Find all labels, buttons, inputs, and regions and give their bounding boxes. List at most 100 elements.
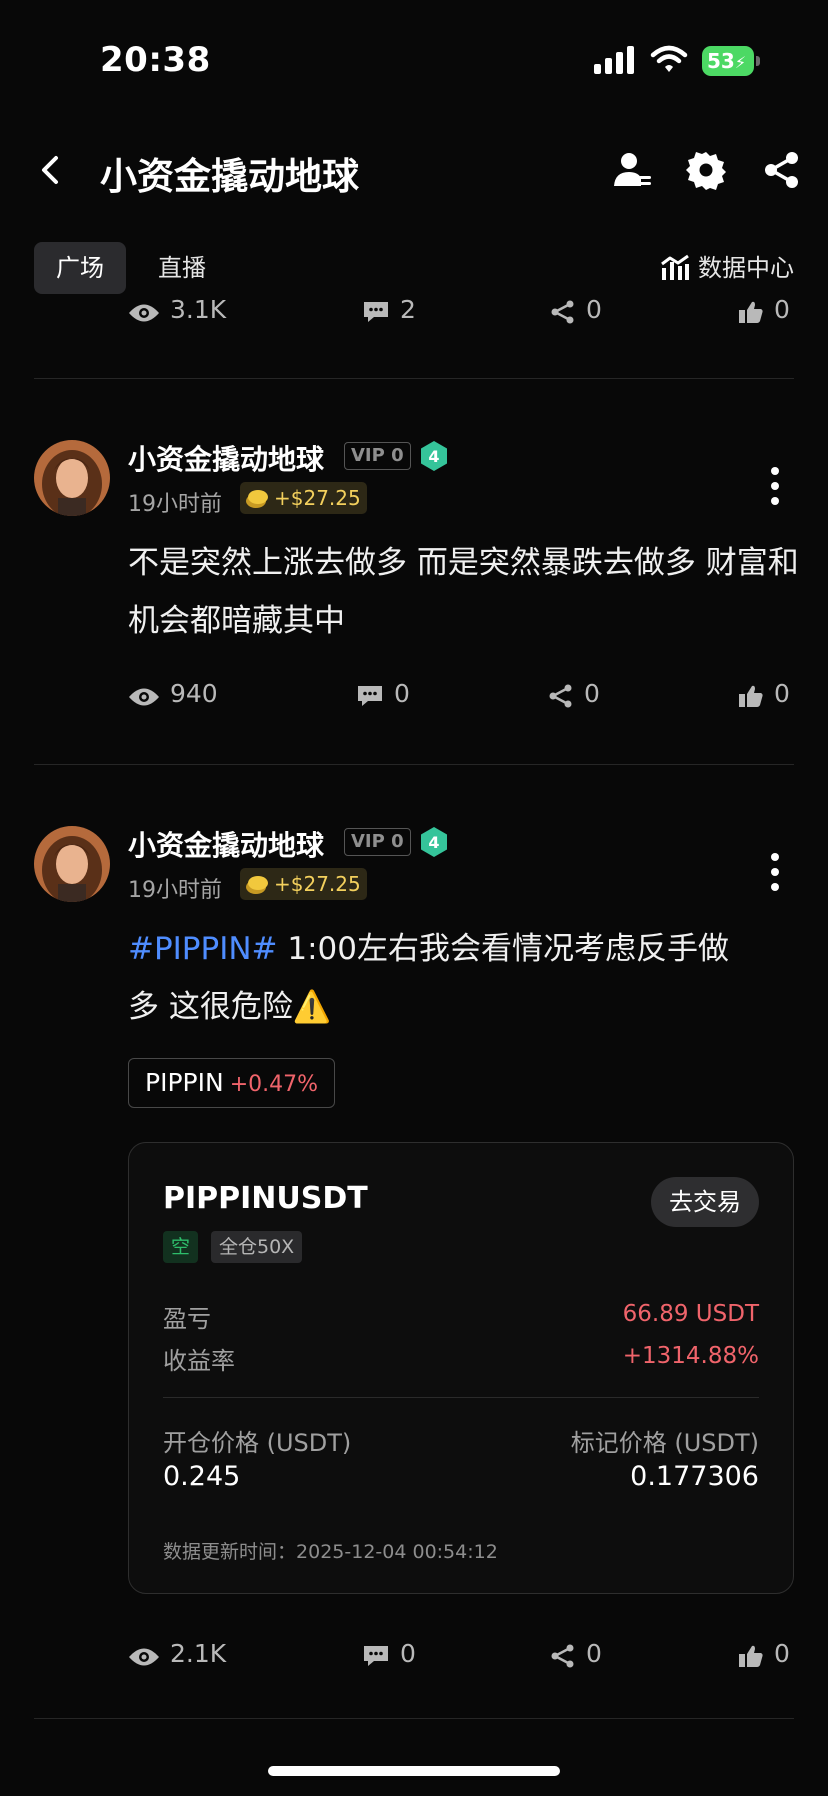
- post-text: 不是突然上涨去做多 而是突然暴跌去做多 财富和机会都暗藏其中: [128, 545, 799, 639]
- shares-count: 0: [586, 295, 602, 324]
- coin-icon: [246, 490, 268, 508]
- coin-chip[interactable]: PIPPIN +0.47%: [128, 1058, 336, 1108]
- back-icon[interactable]: [34, 152, 68, 188]
- mark-price-label: 标记价格 (USDT): [570, 1429, 759, 1457]
- level-badge-icon: 4: [421, 827, 447, 857]
- side-tag: 空: [163, 1231, 199, 1263]
- views-count: 940: [170, 679, 218, 708]
- update-time: 数据更新时间：2025-12-04 00:54:12: [163, 1537, 498, 1564]
- shares-stat[interactable]: 0: [550, 292, 602, 328]
- shares-count: 0: [584, 679, 600, 708]
- data-center-link[interactable]: 数据中心: [660, 242, 794, 294]
- views-stat: 3.1K: [128, 292, 226, 328]
- chart-icon: [661, 254, 689, 280]
- trade-card[interactable]: PIPPINUSDT 去交易 空 全仓50X 盈亏 66.89 USDT 收益率…: [128, 1142, 794, 1594]
- views-count: 2.1K: [170, 1639, 227, 1668]
- status-time: 20:38: [100, 40, 211, 80]
- user-icon[interactable]: [612, 150, 652, 190]
- feed-post[interactable]: 小资金撬动地球 VIP 0 4 19小时前 +$27.25 #PIPPIN# 1…: [0, 826, 828, 1726]
- pnl-label: 盈亏: [163, 1305, 211, 1333]
- tab-square[interactable]: 广场: [34, 242, 126, 294]
- home-indicator[interactable]: [268, 1766, 560, 1776]
- divider: [34, 1718, 794, 1719]
- share-icon: [551, 1644, 574, 1668]
- coin-change: +0.47%: [229, 1072, 319, 1097]
- post-stats: 940 0 0 0: [0, 676, 828, 712]
- more-icon[interactable]: [770, 466, 780, 506]
- likes-stat[interactable]: 0: [738, 676, 790, 712]
- earnings-badge: +$27.25: [240, 482, 367, 514]
- post-stats: 2.1K 0 0 0: [0, 1636, 828, 1672]
- comment-icon: [364, 302, 388, 322]
- comments-stat[interactable]: 0: [362, 1636, 416, 1672]
- share-icon: [551, 300, 574, 324]
- card-divider: [163, 1397, 759, 1398]
- post-time: 19小时前: [128, 878, 222, 903]
- divider: [34, 378, 794, 379]
- comment-icon: [358, 686, 382, 706]
- author-name[interactable]: 小资金撬动地球: [128, 438, 324, 478]
- coin-symbol: PIPPIN: [145, 1068, 224, 1097]
- margin-tag: 全仓50X: [211, 1231, 303, 1263]
- battery-level: 53: [707, 49, 735, 73]
- open-price: 0.245: [163, 1461, 241, 1492]
- earnings-value: +$27.25: [274, 872, 361, 896]
- post-time: 19小时前: [128, 492, 222, 517]
- shares-stat[interactable]: 0: [550, 1636, 602, 1672]
- eye-icon: [129, 1648, 159, 1666]
- vip-badge: VIP 0: [344, 442, 411, 470]
- thumbs-up-icon: [739, 1645, 763, 1667]
- comments-count: 0: [400, 1639, 416, 1668]
- thumbs-up-icon: [739, 301, 763, 323]
- open-price-label: 开仓价格 (USDT): [163, 1429, 352, 1457]
- signal-icon: [594, 46, 634, 74]
- charging-icon: ⚡: [734, 53, 747, 72]
- page-title: 小资金撬动地球: [100, 155, 359, 198]
- feed-post[interactable]: 小资金撬动地球 VIP 0 4 19小时前 +$27.25 不是突然上涨去做多 …: [0, 440, 828, 750]
- comments-count: 0: [394, 679, 410, 708]
- go-trade-button[interactable]: 去交易: [651, 1177, 759, 1227]
- roi-value: +1314.88%: [622, 1343, 759, 1369]
- status-bar: 20:38 53⚡: [0, 0, 828, 120]
- views-stat: 940: [128, 676, 218, 712]
- level-number: 4: [428, 447, 439, 466]
- feed-tabs: 广场 直播 数据中心: [0, 242, 828, 294]
- post-text-line2: 多 这很危险⚠️: [128, 989, 332, 1025]
- comment-icon: [364, 1646, 388, 1666]
- likes-count: 0: [774, 1639, 790, 1668]
- pnl-value: 66.89 USDT: [622, 1301, 759, 1327]
- earnings-badge: +$27.25: [240, 868, 367, 900]
- post-stats: 3.1K 2 0 0: [0, 292, 828, 328]
- earnings-value: +$27.25: [274, 486, 361, 510]
- likes-stat[interactable]: 0: [738, 1636, 790, 1672]
- mark-price: 0.177306: [630, 1461, 759, 1492]
- update-value: 2025-12-04 00:54:12: [296, 1541, 498, 1563]
- trade-symbol: PIPPINUSDT: [163, 1181, 368, 1216]
- battery-indicator: 53⚡: [702, 46, 760, 76]
- divider: [34, 764, 794, 765]
- post-text-line1: 1:00左右我会看情况考虑反手做: [277, 931, 729, 967]
- level-number: 4: [428, 833, 439, 852]
- likes-count: 0: [774, 679, 790, 708]
- more-icon[interactable]: [770, 852, 780, 892]
- tab-live[interactable]: 直播: [148, 242, 216, 294]
- avatar[interactable]: [34, 440, 110, 516]
- eye-icon: [129, 688, 159, 706]
- avatar[interactable]: [34, 826, 110, 902]
- vip-badge: VIP 0: [344, 828, 411, 856]
- views-stat: 2.1K: [128, 1636, 226, 1672]
- likes-count: 0: [774, 295, 790, 324]
- data-center-label: 数据中心: [698, 254, 794, 282]
- share-icon: [549, 684, 572, 708]
- hashtag-link[interactable]: #PIPPIN#: [128, 931, 278, 967]
- settings-icon[interactable]: [686, 150, 726, 190]
- author-name[interactable]: 小资金撬动地球: [128, 824, 324, 864]
- share-icon[interactable]: [762, 150, 802, 190]
- likes-stat[interactable]: 0: [738, 292, 790, 328]
- comments-stat[interactable]: 2: [362, 292, 416, 328]
- views-count: 3.1K: [170, 295, 227, 324]
- shares-stat[interactable]: 0: [548, 676, 600, 712]
- top-nav: 小资金撬动地球: [0, 130, 828, 210]
- post-text: #PIPPIN# 1:00左右我会看情况考虑反手做 多 这很危险⚠️: [128, 920, 808, 1036]
- comments-stat[interactable]: 0: [356, 676, 410, 712]
